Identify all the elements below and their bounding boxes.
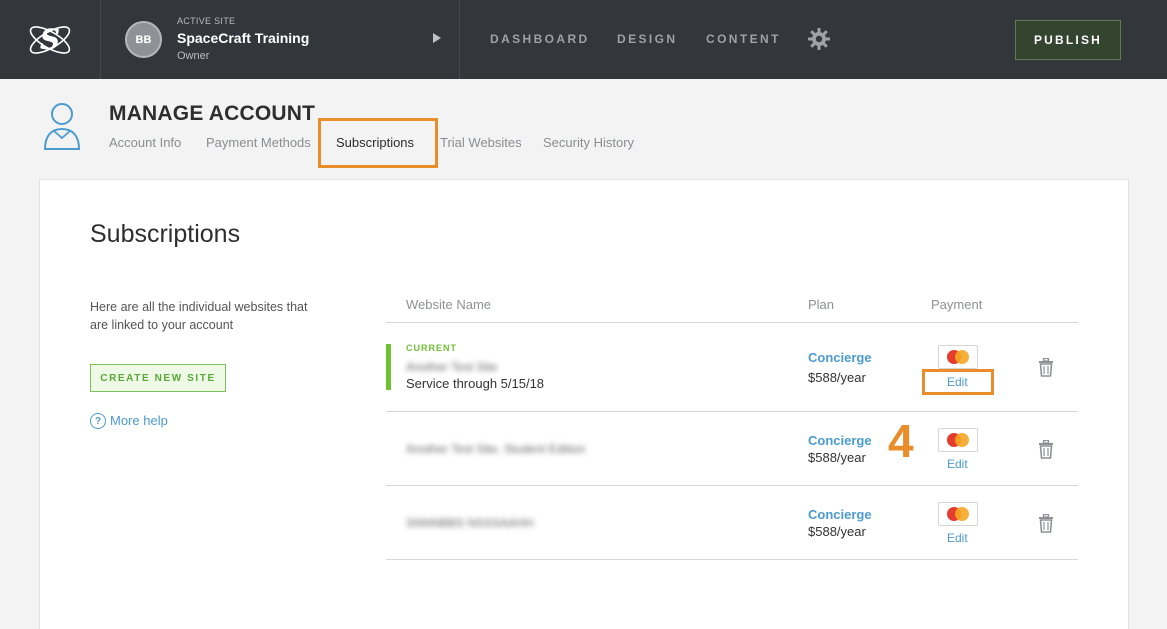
plan-link[interactable]: Concierge (808, 350, 872, 365)
tab-trial-websites[interactable]: Trial Websites (440, 135, 522, 150)
nav-dashboard[interactable]: DASHBOARD (490, 32, 590, 46)
table-divider (386, 322, 1078, 323)
svg-text:S: S (40, 23, 60, 56)
topbar-divider (100, 0, 101, 79)
active-site-name[interactable]: SpaceCraft Training (177, 30, 309, 46)
plan-price: $588/year (808, 370, 866, 385)
more-help-link[interactable]: More help (110, 413, 168, 428)
plan-link[interactable]: Concierge (808, 433, 872, 448)
column-header-plan: Plan (808, 297, 835, 312)
current-site-indicator (386, 344, 391, 390)
help-circle-icon[interactable]: ? (90, 413, 106, 429)
trash-icon[interactable] (1038, 358, 1054, 377)
table-divider (386, 559, 1078, 560)
tab-security-history[interactable]: Security History (543, 135, 634, 150)
column-header-payment: Payment (931, 297, 983, 312)
tab-payment-methods[interactable]: Payment Methods (206, 135, 311, 150)
current-site-tag: CURRENT (406, 343, 457, 353)
annotation-highlight-edit-link (922, 369, 994, 395)
nav-design[interactable]: DESIGN (617, 32, 677, 46)
annotation-highlight-subscriptions-tab (318, 118, 438, 168)
active-site-role: Owner (177, 50, 210, 62)
subscriptions-heading: Subscriptions (90, 220, 241, 248)
subscriptions-intro: Here are all the individual websites tha… (90, 300, 308, 332)
mastercard-icon (938, 345, 978, 369)
table-divider (386, 485, 1078, 486)
website-name-redacted[interactable]: Another Test Site, Student Edition (406, 442, 585, 456)
tab-account-info[interactable]: Account Info (109, 135, 181, 150)
active-site-label: ACTIVE SITE (177, 16, 236, 26)
nav-content[interactable]: CONTENT (706, 32, 781, 46)
table-divider (386, 411, 1078, 412)
publish-button[interactable]: PUBLISH (1015, 20, 1121, 60)
website-name-redacted[interactable]: Another Test Site (406, 360, 497, 374)
user-account-icon (43, 103, 81, 150)
gear-icon[interactable] (807, 27, 831, 51)
annotation-step-4: 4 (888, 415, 914, 467)
plan-link[interactable]: Concierge (808, 507, 872, 522)
mastercard-icon (938, 502, 978, 526)
topbar-divider (459, 0, 460, 79)
trash-icon[interactable] (1038, 514, 1054, 533)
plan-price: $588/year (808, 450, 866, 465)
spacecraft-logo-icon[interactable]: S (24, 14, 76, 66)
column-header-website-name: Website Name (406, 297, 492, 312)
edit-payment-link[interactable]: Edit (947, 457, 968, 471)
avatar[interactable]: BB (125, 21, 162, 58)
edit-payment-link[interactable]: Edit (947, 531, 968, 545)
mastercard-icon (938, 428, 978, 452)
page-title: MANAGE ACCOUNT (109, 102, 316, 125)
create-new-site-button[interactable]: CREATE NEW SITE (90, 364, 226, 392)
top-bar: S BB ACTIVE SITE SpaceCraft Training Own… (0, 0, 1167, 79)
website-name-redacted[interactable]: SNNNBBS NSSSAAHH (406, 516, 533, 530)
trash-icon[interactable] (1038, 440, 1054, 459)
service-through-date: Service through 5/15/18 (406, 376, 545, 391)
plan-price: $588/year (808, 524, 866, 539)
site-switcher-arrow-icon[interactable] (433, 33, 441, 43)
